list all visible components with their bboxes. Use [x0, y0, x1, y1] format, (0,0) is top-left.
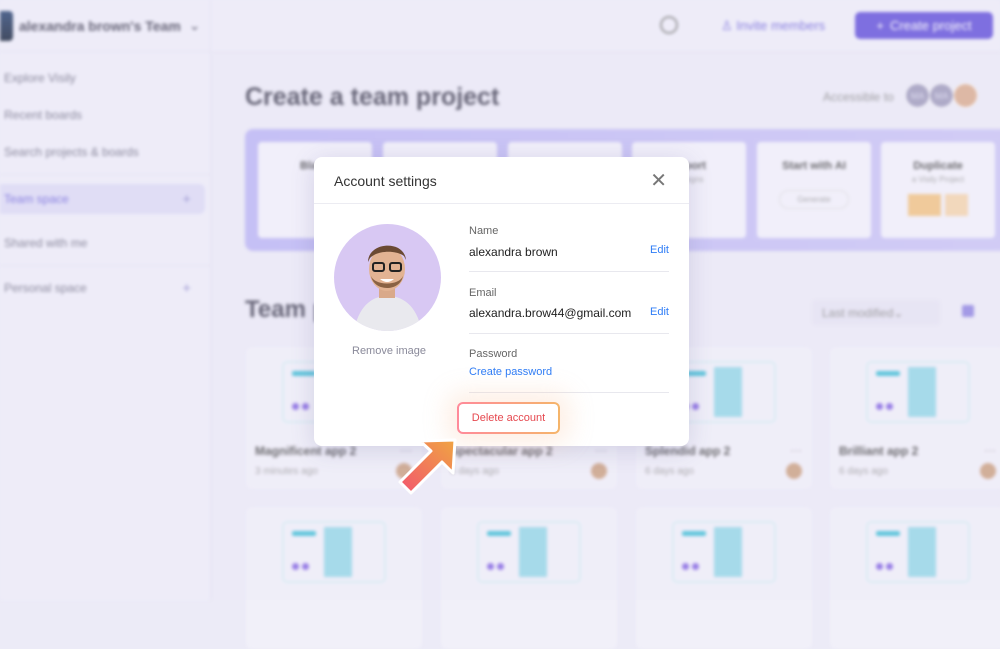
close-icon[interactable]: ✕ [650, 171, 667, 191]
remove-image-button[interactable]: Remove image [352, 345, 426, 357]
password-label: Password [469, 348, 518, 360]
divider [314, 203, 689, 204]
divider [469, 333, 669, 334]
email-value: alexandra.brow44@gmail.com [469, 306, 632, 320]
divider [469, 271, 669, 272]
name-label: Name [469, 225, 499, 237]
name-value: alexandra brown [469, 245, 558, 259]
edit-name-button[interactable]: Edit [650, 244, 669, 256]
account-settings-modal: Account settings ✕ Remove image Name ale… [314, 157, 689, 446]
divider [469, 392, 669, 393]
email-label: Email [469, 287, 497, 299]
pointer-arrow-icon [398, 438, 457, 495]
delete-account-button[interactable]: Delete account [457, 402, 560, 434]
create-password-link[interactable]: Create password [469, 366, 552, 378]
profile-avatar[interactable] [334, 224, 441, 331]
edit-email-button[interactable]: Edit [650, 306, 669, 318]
modal-title: Account settings [334, 173, 437, 189]
